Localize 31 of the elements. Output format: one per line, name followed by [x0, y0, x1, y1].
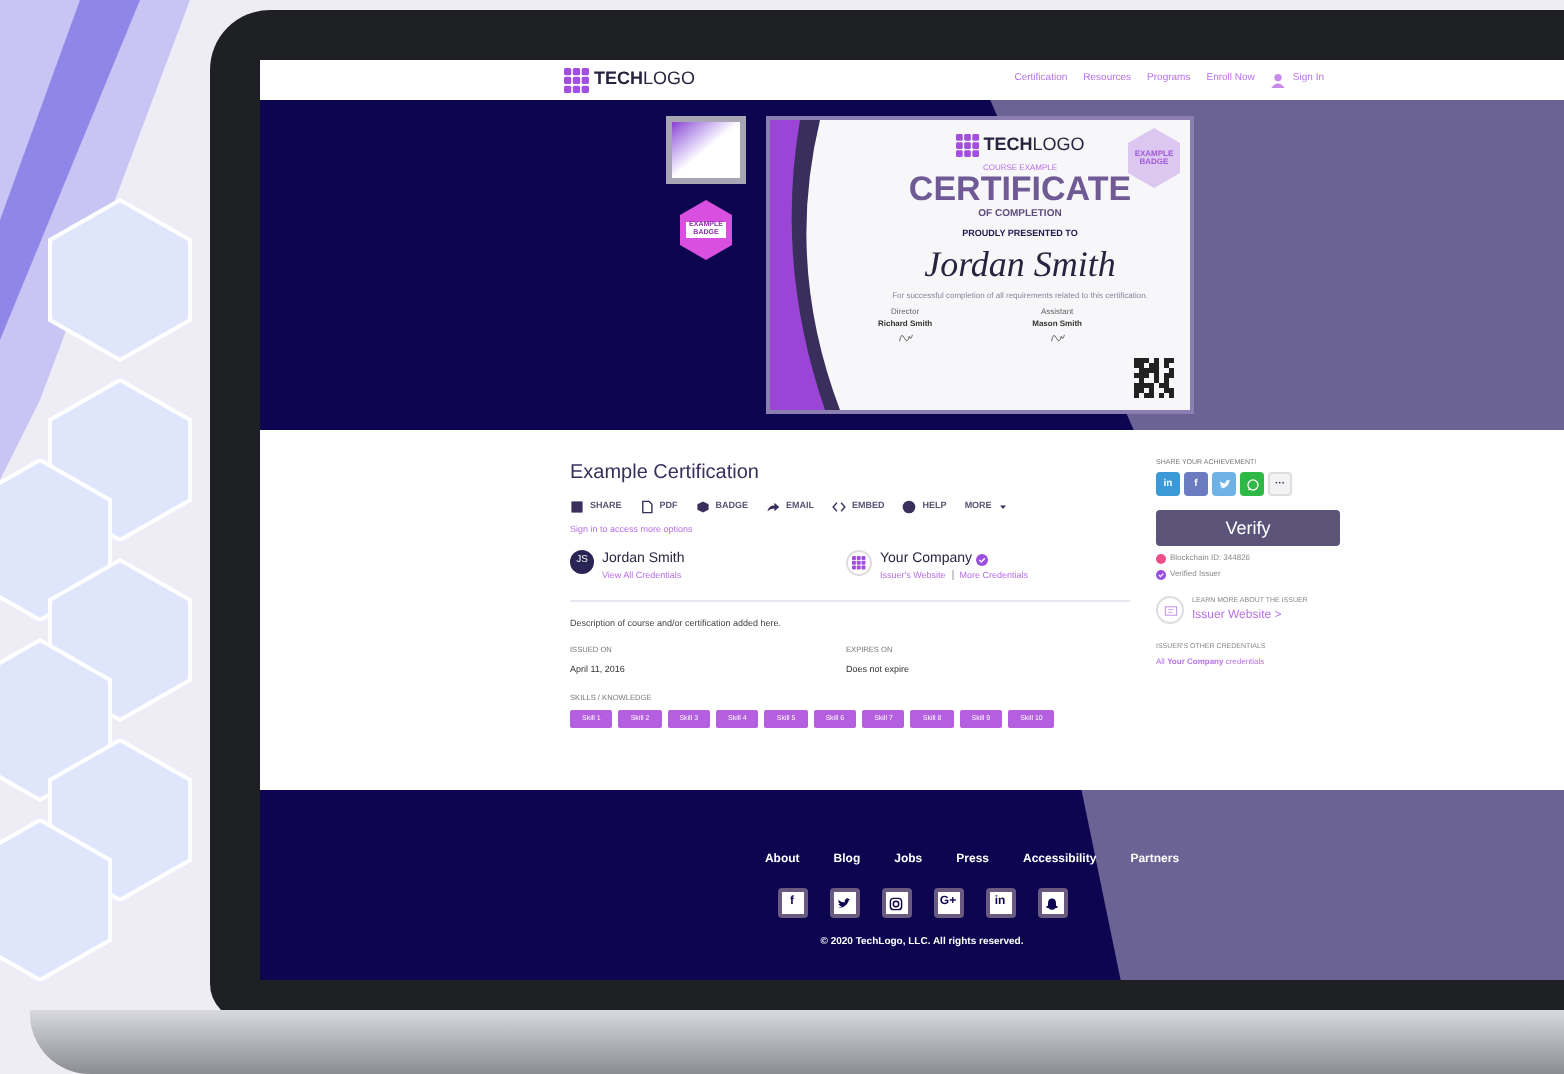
logo-text: TECHLOGO [594, 66, 696, 93]
verified-check-icon [1156, 569, 1166, 580]
shield-icon [695, 500, 710, 514]
credential-title: Example Certification [570, 460, 761, 488]
blockchain-icon [1156, 553, 1166, 564]
document-icon [1163, 603, 1177, 618]
document-icon [639, 500, 654, 514]
certificate-preview-picture [672, 122, 740, 178]
social-link[interactable] [829, 888, 859, 918]
social-link[interactable] [881, 888, 911, 918]
camera-icon [888, 895, 904, 911]
caret-icon [997, 502, 1008, 512]
recipient-name: Jordan Smith [924, 241, 1116, 286]
user-icon [1270, 72, 1287, 88]
social-link[interactable] [1037, 888, 1067, 918]
dot-grid-icon [852, 555, 866, 570]
bird-icon [1217, 477, 1231, 492]
logo-icon [955, 133, 980, 158]
square-icon [570, 500, 584, 514]
certificate-logo-text: TECHLOGO [983, 132, 1085, 158]
certificate-thumbnail[interactable] [666, 116, 746, 184]
qr-code-icon [1134, 358, 1174, 398]
bird-icon [836, 895, 852, 911]
social-share-button[interactable] [1240, 472, 1264, 497]
forward-arrow-icon [766, 500, 781, 514]
code-icon [832, 500, 847, 514]
logo-icon [564, 67, 590, 93]
certificate-title: CERTIFICATE [908, 171, 1132, 207]
chat-bubble-icon [1245, 477, 1259, 492]
verify-button[interactable]: Verify [1156, 510, 1340, 547]
ghost-icon [1044, 895, 1060, 911]
